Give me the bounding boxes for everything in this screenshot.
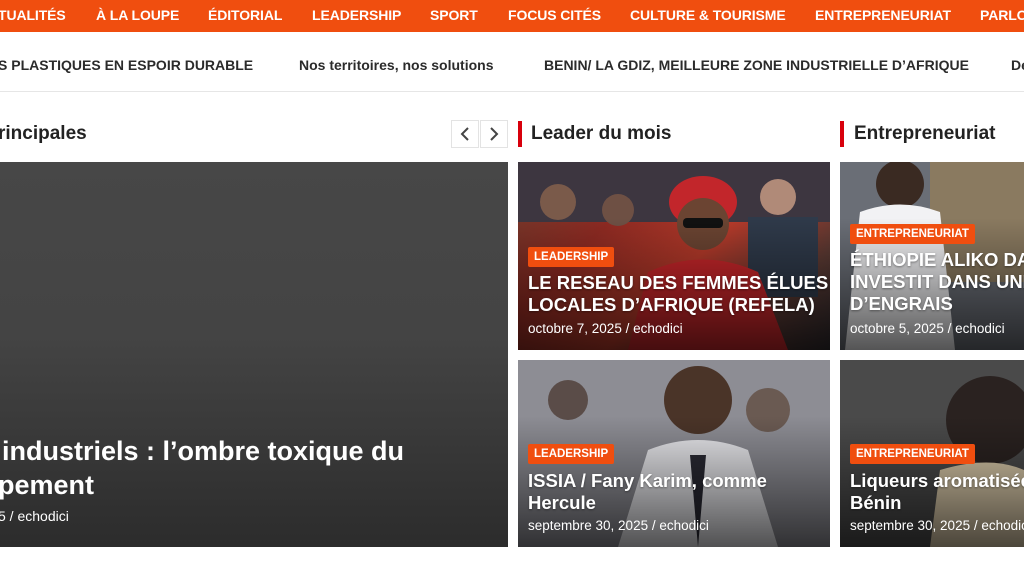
leader-card-title-line2[interactable]: LOCALES D’AFRIQUE (REFELA) [528,294,815,316]
nav-item-sport[interactable]: SPORT [430,0,478,32]
entrepreneuriat-card-title-line2[interactable]: Bénin [850,492,901,514]
section-title-leader: Leader du mois [531,123,672,144]
leader-card-title-line2[interactable]: Hercule [528,492,596,514]
featured-article-meta: 5 / echodici [0,508,69,524]
entrepreneuriat-card-title-line3[interactable]: D’ENGRAIS [850,293,953,315]
featured-article-title-line2[interactable]: pement [0,468,94,502]
slider-next-button[interactable] [480,120,508,148]
leader-article-card[interactable]: LEADERSHIP LE RESEAU DES FEMMES ÉLUES LO… [518,162,830,350]
news-ticker: S PLASTIQUES EN ESPOIR DURABLE Nos terri… [0,40,1024,92]
nav-item-parlons[interactable]: PARLO [980,0,1024,32]
section-title-principales: rincipales [0,123,87,144]
leader-card-title-line1[interactable]: LE RESEAU DES FEMMES ÉLUES [528,272,828,294]
section-accent-bar [840,121,844,147]
featured-article-card[interactable]: industriels : l’ombre toxique du pement … [0,162,508,547]
nav-item-entrepreneuriat[interactable]: ENTREPRENEURIAT [815,0,951,32]
main-navbar: TUALITÉS À LA LOUPE ÉDITORIAL LEADERSHIP… [0,0,1024,32]
category-badge[interactable]: ENTREPRENEURIAT [850,224,975,244]
leader-card-meta: septembre 30, 2025 / echodici [528,518,709,533]
nav-item-focus-cites[interactable]: FOCUS CITÉS [508,0,601,32]
category-badge[interactable]: LEADERSHIP [528,444,615,464]
chevron-right-icon [490,127,499,141]
nav-item-a-la-loupe[interactable]: À LA LOUPE [96,0,179,32]
entrepreneuriat-card-meta: septembre 30, 2025 / echodici [850,518,1024,533]
section-title-entrepreneuriat: Entrepreneuriat [854,123,996,144]
nav-item-culture-tourisme[interactable]: CULTURE & TOURISME [630,0,786,32]
entrepreneuriat-card-title-line1[interactable]: ÉTHIOPIE ALIKO DAN [850,249,1024,271]
nav-item-actualites[interactable]: TUALITÉS [0,0,66,32]
nav-item-editorial[interactable]: ÉDITORIAL [208,0,282,32]
ticker-item[interactable]: BENIN/ LA GDIZ, MEILLEURE ZONE INDUSTRIE… [544,57,969,73]
leader-card-meta: octobre 7, 2025 / echodici [528,321,683,336]
chevron-left-icon [460,127,469,141]
ticker-item[interactable]: De [1011,57,1024,73]
entrepreneuriat-article-card[interactable]: ENTREPRENEURIAT Liqueurs aromatisée Béni… [840,360,1024,547]
category-badge[interactable]: LEADERSHIP [528,247,615,267]
entrepreneuriat-card-meta: octobre 5, 2025 / echodici [850,321,1005,336]
featured-article-title-line1[interactable]: industriels : l’ombre toxique du [2,434,404,468]
nav-item-leadership[interactable]: LEADERSHIP [312,0,401,32]
category-badge[interactable]: ENTREPRENEURIAT [850,444,975,464]
leader-card-title-line1[interactable]: ISSIA / Fany Karim, comme [528,470,767,492]
slider-prev-button[interactable] [451,120,479,148]
leader-article-card[interactable]: LEADERSHIP ISSIA / Fany Karim, comme Her… [518,360,830,547]
entrepreneuriat-article-card[interactable]: ENTREPRENEURIAT ÉTHIOPIE ALIKO DAN INVES… [840,162,1024,350]
entrepreneuriat-card-title-line1[interactable]: Liqueurs aromatisée [850,470,1024,492]
ticker-item[interactable]: S PLASTIQUES EN ESPOIR DURABLE [0,57,253,73]
ticker-item[interactable]: Nos territoires, nos solutions [299,57,493,73]
section-accent-bar [518,121,522,147]
entrepreneuriat-card-title-line2[interactable]: INVESTIT DANS UNE [850,271,1024,293]
